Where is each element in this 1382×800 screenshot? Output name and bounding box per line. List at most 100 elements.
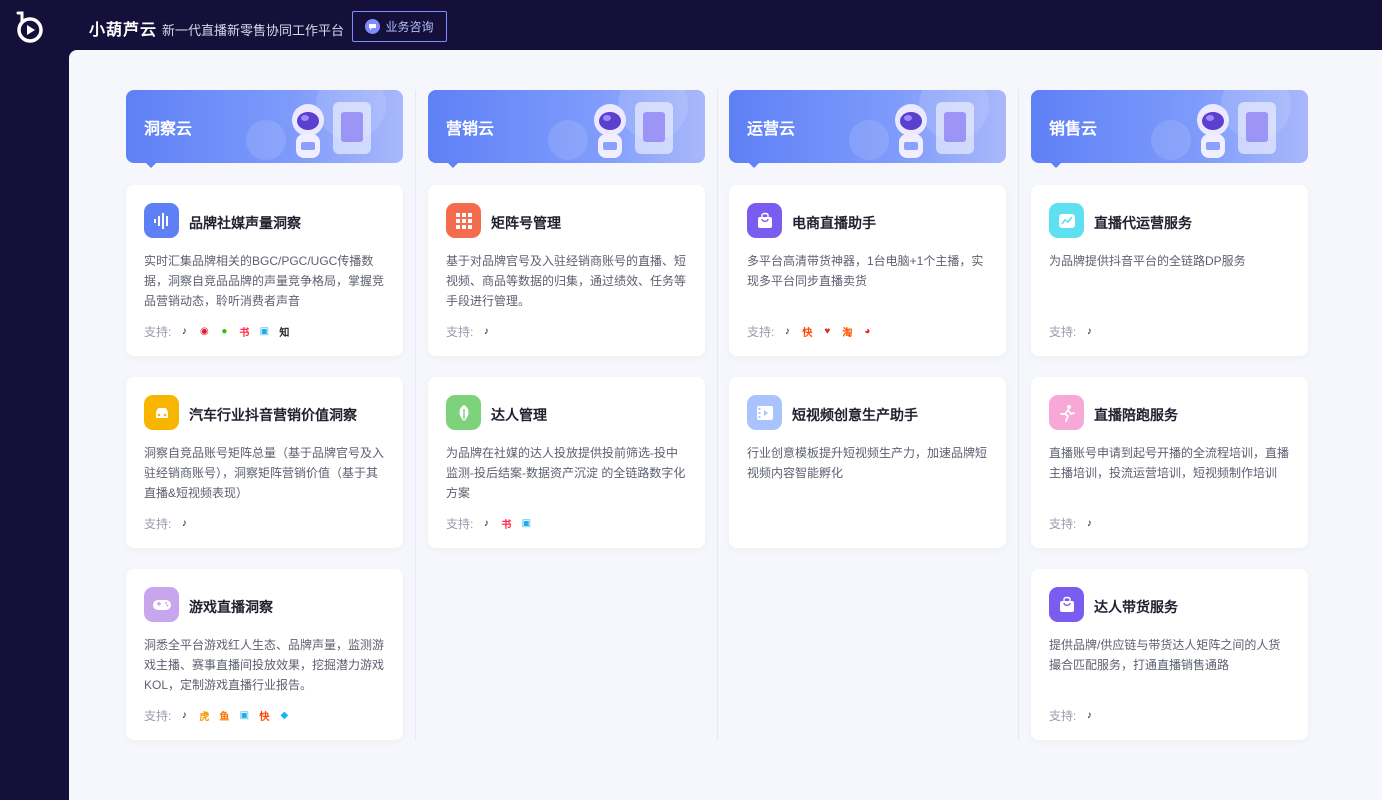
banner-pointer xyxy=(1050,162,1062,168)
consult-button[interactable]: 业务咨询 xyxy=(352,11,447,42)
support-label: 支持: xyxy=(1049,517,1077,531)
service-card[interactable]: 品牌社媒声量洞察实时汇集品牌相关的BGC/PGC/UGC传播数据，洞察自竞品品牌… xyxy=(126,185,403,356)
card-title: 达人带货服务 xyxy=(1094,599,1178,615)
douyin-icon: ♪ xyxy=(1086,710,1092,721)
douyin-icon: ♪ xyxy=(483,518,489,529)
kuaishou-icon: 快 xyxy=(802,328,813,339)
jd-icon: ◕ xyxy=(864,326,871,337)
card-description: 行业创意模板提升短视频生产力，加速品牌短视频内容智能孵化 xyxy=(747,446,988,480)
support-label: 支持: xyxy=(747,325,775,339)
top-bar: 小葫芦云 新一代直播新零售协同工作平台 业务咨询 xyxy=(0,0,1382,50)
xiaohongshu-icon: 书 xyxy=(501,520,512,531)
car-icon xyxy=(144,395,179,430)
column-1: 营销云矩阵号管理基于对品牌官号及入驻经销商账号的直播、短视频、商品等数据的归集，… xyxy=(428,90,705,548)
column-banner[interactable]: 营销云 xyxy=(428,90,705,163)
douyin-icon: ♪ xyxy=(784,326,790,337)
card-description: 多平台高清带货神器，1台电脑+1个主播，实现多平台同步直播卖货 xyxy=(747,254,984,288)
supported-platforms: 支持: ♪ xyxy=(144,515,191,532)
douyin-icon: ♪ xyxy=(181,518,187,529)
service-card[interactable]: 矩阵号管理基于对品牌官号及入驻经销商账号的直播、短视频、商品等数据的归集，通过绩… xyxy=(428,185,705,356)
supported-platforms: 支持: ♪ xyxy=(1049,707,1096,724)
supported-platforms: 支持: ♪ xyxy=(446,323,493,340)
zhihu-icon: 知 xyxy=(279,328,290,339)
support-label: 支持: xyxy=(144,709,172,723)
supported-platforms: 支持: ♪ 快 ♥ 淘 ◕ xyxy=(747,323,874,340)
weibo-icon: ◉ xyxy=(199,326,209,337)
column-0: 洞察云品牌社媒声量洞察实时汇集品牌相关的BGC/PGC/UGC传播数据，洞察自竞… xyxy=(126,90,403,740)
xiaohongshu-icon: 书 xyxy=(239,328,250,339)
card-title: 直播代运营服务 xyxy=(1094,215,1192,231)
pinduoduo-icon: ♥ xyxy=(824,326,831,337)
support-label: 支持: xyxy=(446,517,474,531)
card-description: 为品牌在社媒的达人投放提供投前筛选-投中监测-投后结案-数据资产沉淀 的全链路数… xyxy=(446,446,686,500)
video-icon xyxy=(747,395,782,430)
support-label: 支持: xyxy=(446,325,474,339)
taobao-icon: 淘 xyxy=(842,328,853,339)
banner-pointer xyxy=(748,162,760,168)
banner-pointer xyxy=(447,162,459,168)
column-banner[interactable]: 运营云 xyxy=(729,90,1006,163)
main-content: 洞察云品牌社媒声量洞察实时汇集品牌相关的BGC/PGC/UGC传播数据，洞察自竞… xyxy=(69,50,1382,800)
supported-platforms: 支持: ♪ 虎鱼 ▣ 快 ◆ xyxy=(144,707,291,724)
banner-pointer xyxy=(145,162,157,168)
service-card[interactable]: 达人带货服务提供品牌/供应链与带货达人矩阵之间的人货撮合匹配服务，打通直播销售通… xyxy=(1031,569,1308,740)
supported-platforms: 支持: ♪ 书 ▣ xyxy=(446,515,533,532)
brand-name[interactable]: 小葫芦云 xyxy=(89,16,157,40)
card-description: 提供品牌/供应链与带货达人矩阵之间的人货撮合匹配服务，打通直播销售通路 xyxy=(1049,638,1281,672)
card-title: 汽车行业抖音营销价值洞察 xyxy=(189,407,357,423)
card-title: 短视频创意生产助手 xyxy=(792,407,918,423)
supported-platforms: 支持: ♪ ◉ ● 书 ▣ 知 xyxy=(144,323,291,340)
runner-icon xyxy=(1049,395,1084,430)
card-description: 为品牌提供抖音平台的全链路DP服务 xyxy=(1049,254,1246,268)
leaf-icon xyxy=(446,395,481,430)
service-card[interactable]: 游戏直播洞察 洞悉全平台游戏红人生态、品牌声量，监测游戏主播、赛事直播间投放效果，… xyxy=(126,569,403,740)
column-title: 销售云 xyxy=(1049,121,1098,138)
column-divider xyxy=(1018,90,1019,740)
column-divider xyxy=(415,90,416,740)
column-title: 营销云 xyxy=(446,121,495,138)
astronaut-illustration xyxy=(292,102,371,158)
card-description: 洞察自竞品账号矩阵总量（基于品牌官号及入驻经销商账号），洞察矩阵营销价值（基于其… xyxy=(144,446,385,500)
service-card[interactable]: 直播代运营服务为品牌提供抖音平台的全链路DP服务 支持: ♪ xyxy=(1031,185,1308,356)
soundwave-icon xyxy=(144,203,179,238)
support-label: 支持: xyxy=(1049,709,1077,723)
huya-icon: 虎 xyxy=(199,712,210,723)
service-card[interactable]: 电商直播助手 多平台高清带货神器，1台电脑+1个主播，实现多平台同步直播卖货 支持:… xyxy=(729,185,1006,356)
service-card[interactable]: 短视频创意生产助手行业创意模板提升短视频生产力，加速品牌短视频内容智能孵化 xyxy=(729,377,1006,548)
service-card[interactable]: 直播陪跑服务直播账号申请到起号开播的全流程培训，直播主播培训，投流运营培训，短视… xyxy=(1031,377,1308,548)
card-description: 洞悉全平台游戏红人生态、品牌声量，监测游戏主播、赛事直播间投放效果，挖掘潜力游戏… xyxy=(144,638,385,692)
support-label: 支持: xyxy=(1049,325,1077,339)
consult-button-label: 业务咨询 xyxy=(385,20,434,34)
column-banner[interactable]: 销售云 xyxy=(1031,90,1308,163)
douyin-icon: ♪ xyxy=(483,326,489,337)
column-banner[interactable]: 洞察云 xyxy=(126,90,403,163)
column-title: 运营云 xyxy=(747,121,796,138)
shopping-bag-icon xyxy=(747,203,782,238)
card-title: 达人管理 xyxy=(491,407,547,423)
service-card[interactable]: 达人管理为品牌在社媒的达人投放提供投前筛选-投中监测-投后结案-数据资产沉淀 的… xyxy=(428,377,705,548)
douyin-icon: ♪ xyxy=(181,326,187,337)
card-title: 品牌社媒声量洞察 xyxy=(189,215,301,231)
shopping-bag-icon xyxy=(1049,587,1084,622)
card-description: 直播账号申请到起号开播的全流程培训，直播主播培训，投流运营培训，短视频制作培训 xyxy=(1049,446,1290,480)
service-card[interactable]: 汽车行业抖音营销价值洞察洞察自竞品账号矩阵总量（基于品牌官号及入驻经销商账号），… xyxy=(126,377,403,548)
card-title: 直播陪跑服务 xyxy=(1094,407,1178,423)
astronaut-illustration xyxy=(1197,102,1276,158)
douyin-icon: ♪ xyxy=(181,710,187,721)
support-label: 支持: xyxy=(144,325,172,339)
card-description: 基于对品牌官号及入驻经销商账号的直播、短视频、商品等数据的归集，通过绩效、任务等… xyxy=(446,254,687,308)
kuaishou-icon: 快 xyxy=(259,712,270,723)
supported-platforms: 支持: ♪ xyxy=(1049,323,1096,340)
gamepad-icon xyxy=(144,587,179,622)
bilibili-icon: ▣ xyxy=(259,326,270,337)
left-sidebar xyxy=(0,50,69,800)
card-description: 实时汇集品牌相关的BGC/PGC/UGC传播数据，洞察自竞品品牌的声量竞争格局，… xyxy=(144,254,385,308)
douyu-icon: 鱼 xyxy=(219,712,230,723)
logo-icon[interactable] xyxy=(14,10,46,44)
grid-icon xyxy=(446,203,481,238)
support-label: 支持: xyxy=(144,517,172,531)
card-title: 矩阵号管理 xyxy=(491,215,561,231)
wechat-icon: ● xyxy=(221,326,228,337)
douyin-icon: ♪ xyxy=(1086,518,1092,529)
column-2: 运营云 电商直播助手 多平台高清带货神器，1台电脑+1个主播，实现多平台同步直播卖货… xyxy=(729,90,1006,548)
